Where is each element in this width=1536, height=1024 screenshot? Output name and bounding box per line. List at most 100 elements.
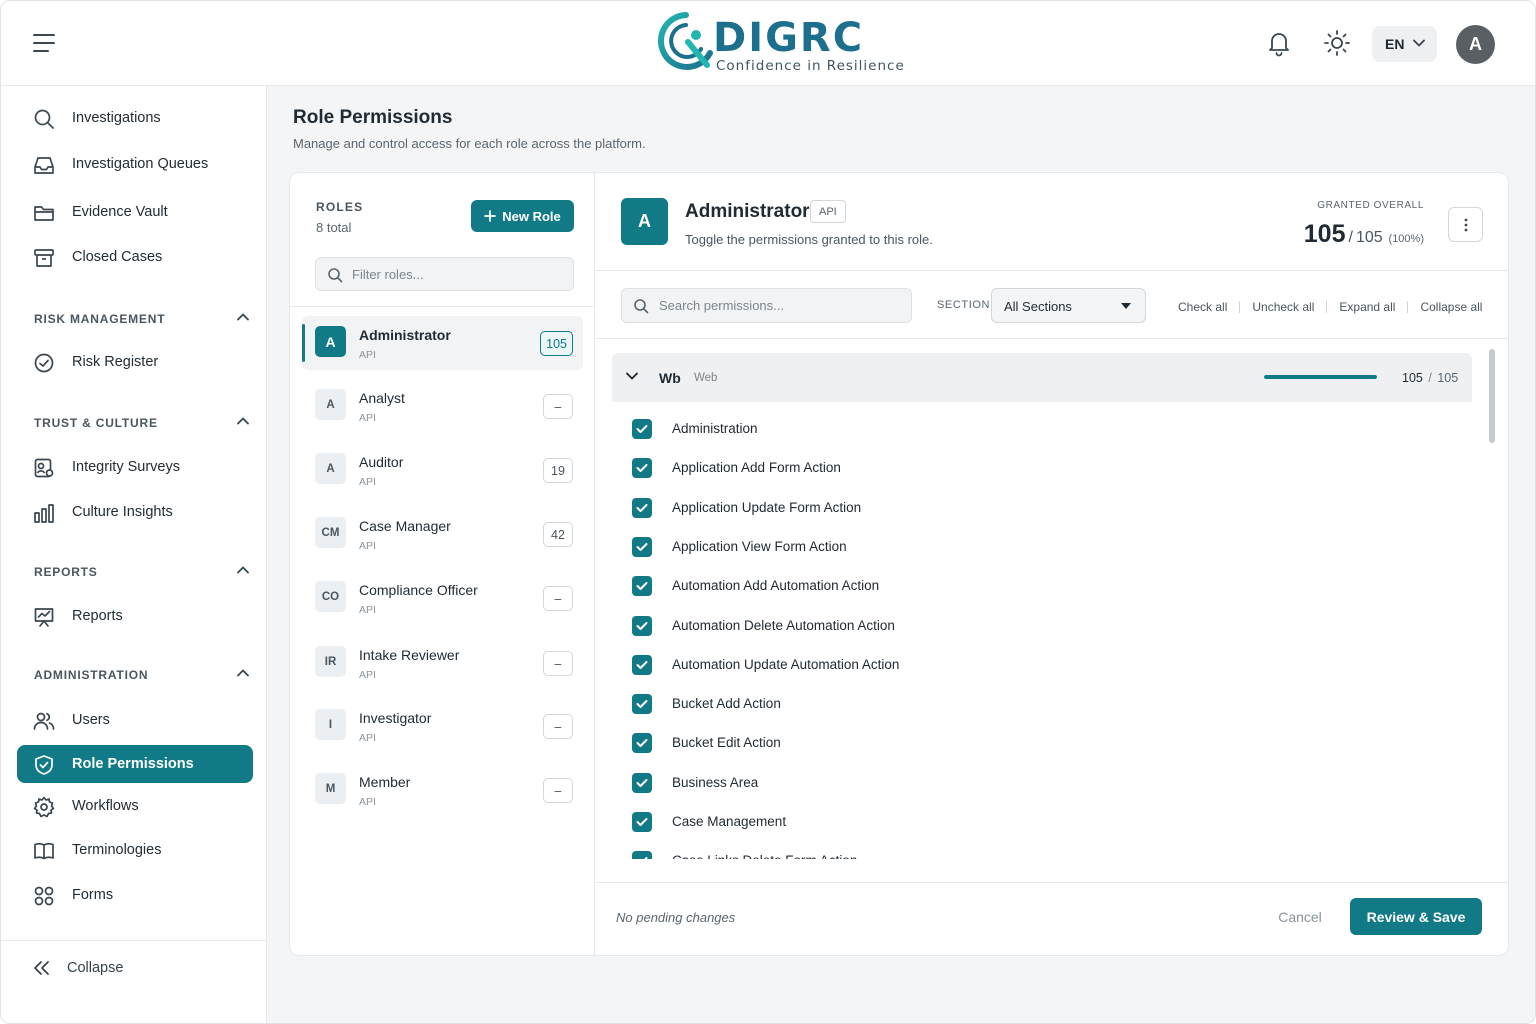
section-select-value: All Sections bbox=[1004, 299, 1072, 314]
bell-icon[interactable] bbox=[1265, 29, 1293, 57]
sidebar-item-evidence-vault[interactable]: Evidence Vault bbox=[17, 193, 253, 231]
sidebar-item-label: Evidence Vault bbox=[72, 204, 168, 220]
role-name: Analyst bbox=[359, 390, 405, 406]
group-progress-fill bbox=[1264, 375, 1377, 379]
permission-checkbox[interactable] bbox=[632, 536, 652, 557]
sidebar-item-integrity-surveys[interactable]: Integrity Surveys bbox=[17, 448, 253, 486]
check-icon bbox=[636, 464, 648, 473]
sidebar-item-investigation-queues[interactable]: Investigation Queues bbox=[17, 145, 253, 183]
sidebar-item-culture-insights[interactable]: Culture Insights bbox=[17, 493, 253, 531]
sidebar: Investigations Investigation Queues Evid… bbox=[1, 86, 267, 1023]
granted-total: 105 bbox=[1355, 229, 1383, 246]
review-save-button[interactable]: Review & Save bbox=[1350, 898, 1482, 935]
permission-checkbox[interactable] bbox=[632, 694, 652, 715]
permission-checkbox[interactable] bbox=[632, 576, 652, 597]
sidebar-item-label: Role Permissions bbox=[72, 756, 194, 772]
new-role-button[interactable]: New Role bbox=[471, 200, 574, 232]
granted-count: 105 bbox=[1303, 220, 1346, 248]
menu-icon[interactable] bbox=[33, 31, 59, 55]
check-icon bbox=[636, 739, 648, 748]
role-item-member[interactable]: M Member API – bbox=[302, 763, 583, 817]
group-code: Wb bbox=[659, 370, 681, 386]
action-separator bbox=[1326, 301, 1328, 313]
permission-group-header[interactable]: Wb Web 105 / 105 bbox=[612, 353, 1472, 402]
role-item-investigator[interactable]: I Investigator API – bbox=[302, 699, 583, 753]
section-toggle-reports[interactable]: REPORTS bbox=[34, 565, 254, 579]
check-all-link[interactable]: Check all bbox=[1178, 300, 1227, 314]
role-item-case-manager[interactable]: CM Case Manager API 42 bbox=[302, 507, 583, 561]
role-name: Compliance Officer bbox=[359, 582, 478, 598]
chevron-up-icon bbox=[237, 669, 249, 677]
permissions-scrollbar[interactable] bbox=[1489, 349, 1495, 859]
scrollbar-thumb[interactable] bbox=[1489, 349, 1495, 443]
roles-panel: ROLES 8 total New Role A Administrator A… bbox=[290, 173, 595, 955]
permission-label: Case Links Delete Form Action bbox=[672, 853, 857, 859]
role-avatar: M bbox=[315, 773, 346, 804]
permission-checkbox[interactable] bbox=[632, 615, 652, 636]
section-toggle-risk-management[interactable]: RISK MANAGEMENT bbox=[34, 312, 254, 326]
permission-checkbox[interactable] bbox=[632, 733, 652, 754]
role-avatar: I bbox=[315, 709, 346, 740]
section-toggle-administration[interactable]: ADMINISTRATION bbox=[34, 668, 254, 682]
sidebar-item-risk-register[interactable]: Risk Register bbox=[17, 343, 253, 381]
permission-checkbox[interactable] bbox=[632, 812, 652, 832]
expand-all-link[interactable]: Expand all bbox=[1339, 300, 1395, 314]
uncheck-all-link[interactable]: Uncheck all bbox=[1252, 300, 1314, 314]
sidebar-item-investigations[interactable]: Investigations bbox=[17, 99, 253, 137]
more-options-button[interactable] bbox=[1448, 207, 1483, 242]
inbox-icon bbox=[34, 157, 54, 174]
search-permissions-input[interactable] bbox=[659, 289, 899, 322]
role-tag: API bbox=[359, 669, 376, 681]
permission-checkbox[interactable] bbox=[632, 497, 652, 518]
granted-percent: (100%) bbox=[1388, 233, 1424, 245]
permission-checkbox[interactable] bbox=[632, 654, 652, 675]
logo[interactable]: DIGRC Confidence in Resilience bbox=[655, 11, 904, 75]
chevron-down-icon bbox=[626, 372, 638, 380]
section-select[interactable]: All Sections bbox=[991, 288, 1146, 323]
sidebar-item-workflows[interactable]: Workflows bbox=[17, 787, 253, 825]
check-icon bbox=[636, 425, 648, 433]
role-item-auditor[interactable]: A Auditor API 19 bbox=[302, 443, 583, 497]
search-icon bbox=[328, 268, 343, 283]
sidebar-item-terminologies[interactable]: Terminologies bbox=[17, 831, 253, 869]
role-tag: API bbox=[359, 540, 376, 552]
role-item-intake-reviewer[interactable]: IR Intake Reviewer API – bbox=[302, 636, 583, 690]
permission-checkbox[interactable] bbox=[632, 419, 652, 439]
permission-checkbox[interactable] bbox=[632, 458, 652, 479]
sidebar-item-users[interactable]: Users bbox=[17, 701, 253, 739]
sidebar-item-label: Forms bbox=[72, 887, 114, 903]
permission-checkbox[interactable] bbox=[632, 772, 652, 793]
role-permission-count: 19 bbox=[543, 458, 573, 483]
collapse-all-link[interactable]: Collapse all bbox=[1420, 300, 1482, 314]
sidebar-item-label: Users bbox=[72, 712, 110, 728]
search-permissions-field bbox=[621, 288, 912, 323]
role-item-administrator[interactable]: A Administrator API 105 bbox=[302, 316, 583, 370]
sidebar-item-role-permissions[interactable]: Role Permissions bbox=[17, 745, 253, 783]
sun-icon[interactable] bbox=[1323, 29, 1351, 57]
sidebar-item-reports[interactable]: Reports bbox=[17, 597, 253, 635]
check-circle-icon bbox=[34, 353, 54, 373]
permission-label: Automation Delete Automation Action bbox=[672, 617, 895, 633]
permissions-list: Wb Web 105 / 105 Administration Applicati… bbox=[612, 353, 1472, 859]
language-selector[interactable]: EN bbox=[1372, 26, 1437, 62]
sidebar-item-closed-cases[interactable]: Closed Cases bbox=[17, 238, 253, 276]
cancel-button[interactable]: Cancel bbox=[1267, 901, 1333, 933]
granted-overall-label: GRANTED OVERALL bbox=[1317, 200, 1424, 211]
sidebar-item-label: Closed Cases bbox=[72, 249, 163, 265]
section-toggle-trust-culture[interactable]: TRUST & CULTURE bbox=[34, 416, 254, 430]
sidebar-item-forms[interactable]: Forms bbox=[17, 876, 253, 914]
filter-roles-input[interactable] bbox=[352, 258, 562, 290]
permission-checkbox[interactable] bbox=[632, 851, 652, 859]
role-permission-count: – bbox=[543, 714, 573, 739]
role-tag: API bbox=[359, 604, 376, 616]
role-item-analyst[interactable]: A Analyst API – bbox=[302, 379, 583, 433]
role-name: Investigator bbox=[359, 710, 432, 726]
new-role-label: New Role bbox=[502, 208, 561, 224]
permission-label: Application Add Form Action bbox=[672, 460, 841, 476]
users-icon bbox=[33, 712, 55, 730]
logo-mark-icon bbox=[658, 12, 713, 70]
user-avatar[interactable]: A bbox=[1456, 25, 1495, 64]
role-item-compliance-officer[interactable]: CO Compliance Officer API – bbox=[302, 571, 583, 625]
role-name: Administrator bbox=[359, 327, 451, 343]
permission-label: Application View Form Action bbox=[672, 538, 847, 554]
